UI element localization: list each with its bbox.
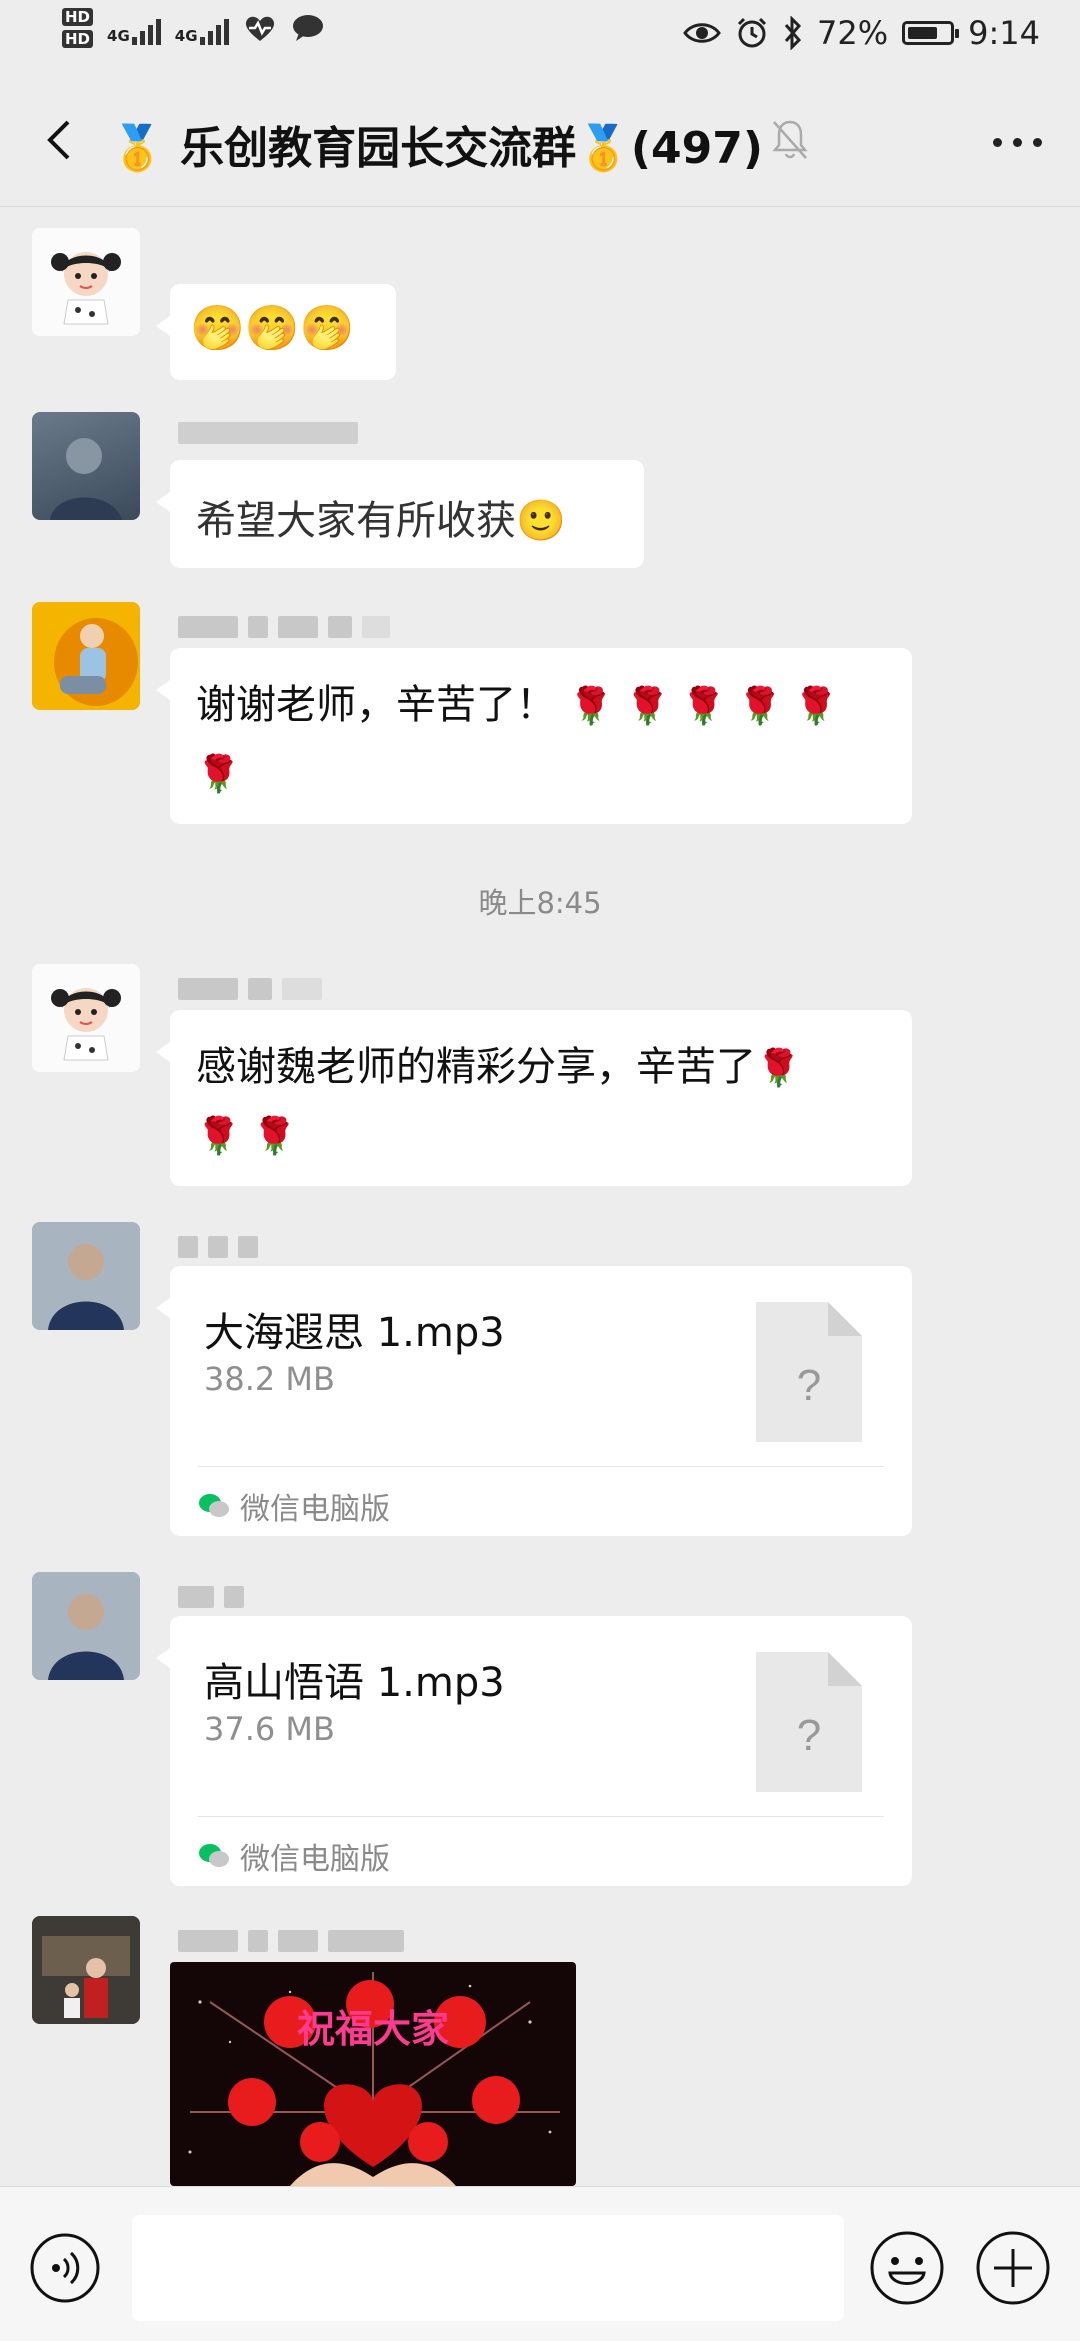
message-text: 谢谢老师，辛苦了！ bbox=[196, 682, 556, 728]
message-text: 🤭🤭🤭 bbox=[190, 303, 355, 354]
message-timestamp: 晚上8:45 bbox=[478, 886, 602, 920]
sender-name-blurred bbox=[178, 1928, 404, 1954]
file-source-label: 微信电脑版 bbox=[240, 1492, 390, 1527]
heart-rate-icon bbox=[245, 16, 274, 41]
emoji-icon[interactable] bbox=[868, 2229, 946, 2307]
message-list[interactable]: 🤭🤭🤭 希望大家有所收获🙂 谢谢老师，辛苦了！ 🌹 🌹 🌹 🌹 🌹 🌹 晚上8:… bbox=[0, 206, 1080, 2186]
avatar[interactable] bbox=[32, 1916, 140, 2024]
file-size: 37.6 MB bbox=[204, 1710, 335, 1748]
wechat-logo-icon bbox=[199, 1494, 229, 1517]
voice-input-icon[interactable] bbox=[28, 2231, 102, 2305]
bluetooth-icon bbox=[784, 16, 802, 50]
divider bbox=[198, 1816, 884, 1817]
message-text: 感谢魏老师的精彩分享，辛苦了 bbox=[196, 1044, 756, 1090]
file-source-label: 微信电脑版 bbox=[240, 1842, 390, 1877]
file-icon-glyph: ? bbox=[797, 1361, 821, 1410]
plus-icon[interactable] bbox=[974, 2229, 1052, 2307]
message-bubble[interactable]: 感谢魏老师的精彩分享，辛苦了🌹 🌹 🌹 bbox=[156, 1010, 912, 1186]
message-bubble-icon bbox=[292, 15, 323, 41]
unknown-file-icon: ? bbox=[756, 1302, 862, 1442]
hd2-badge: HD bbox=[62, 30, 94, 48]
person-photo-avatar-icon bbox=[32, 1572, 140, 1680]
file-message-bubble[interactable]: 大海遐思 1.mp3 38.2 MB ? 微信电脑版 bbox=[156, 1266, 912, 1536]
message-input[interactable] bbox=[132, 2215, 844, 2321]
file-name: 高山悟语 1.mp3 bbox=[204, 1660, 505, 1706]
avatar[interactable] bbox=[32, 228, 140, 336]
dot-icon bbox=[1032, 137, 1042, 147]
image-caption: 祝福大家 bbox=[297, 2007, 449, 2051]
file-source: 微信电脑版 bbox=[198, 1834, 390, 1878]
sender-name-blurred bbox=[178, 1234, 258, 1260]
battery-percent: 72% bbox=[817, 14, 889, 52]
sender-name-blurred bbox=[178, 614, 390, 640]
battery-fill bbox=[908, 27, 938, 39]
dot-icon bbox=[992, 137, 1002, 147]
image-message[interactable]: 祝福大家 bbox=[170, 1962, 576, 2186]
input-bar bbox=[0, 2186, 1080, 2341]
avatar[interactable] bbox=[32, 1572, 140, 1680]
sender-name-blurred bbox=[178, 976, 322, 1002]
clock: 9:14 bbox=[968, 14, 1040, 52]
hd-indicators: HD HD bbox=[62, 8, 94, 48]
file-icon-glyph: ? bbox=[797, 1711, 821, 1760]
wechat-logo-icon bbox=[199, 1844, 229, 1867]
person-photo-avatar-icon bbox=[50, 438, 122, 520]
rose-emojis: 🌹 🌹 🌹 🌹 🌹 bbox=[568, 686, 839, 727]
chat-header: 🥇 乐创教育园长交流群🥇(497) bbox=[0, 72, 1080, 207]
signal-bars-2-icon bbox=[199, 11, 229, 45]
signal-1: 4G bbox=[107, 11, 161, 45]
cartoon-girl-avatar-icon bbox=[32, 964, 140, 1072]
rose-emoji: 🌹 bbox=[756, 1048, 801, 1089]
file-source: 微信电脑版 bbox=[198, 1484, 390, 1528]
signal-bars-1-icon bbox=[131, 11, 161, 45]
sender-name-blurred bbox=[178, 420, 358, 446]
status-bar: HD HD 4G 4G 72% 9:14 bbox=[0, 0, 1080, 72]
file-name: 大海遐思 1.mp3 bbox=[204, 1310, 505, 1356]
hd1-badge: HD bbox=[62, 8, 94, 26]
avatar[interactable] bbox=[32, 602, 140, 710]
file-size: 38.2 MB bbox=[204, 1360, 335, 1398]
avatar[interactable] bbox=[32, 412, 140, 520]
rose-emoji: 🌹 bbox=[196, 754, 241, 795]
message-bubble[interactable]: 谢谢老师，辛苦了！ 🌹 🌹 🌹 🌹 🌹 🌹 bbox=[156, 648, 912, 824]
eye-comfort-icon bbox=[683, 23, 721, 43]
message-text: 希望大家有所收获🙂 bbox=[196, 498, 566, 544]
avatar[interactable] bbox=[32, 1222, 140, 1330]
battery-icon bbox=[902, 21, 960, 45]
sender-name-blurred bbox=[178, 1584, 244, 1610]
rose-heart-greeting-image: 祝福大家 bbox=[170, 1962, 576, 2186]
group-title: 🥇 乐创教育园长交流群🥇(497) bbox=[110, 123, 763, 174]
message-bubble[interactable]: 希望大家有所收获🙂 bbox=[156, 460, 644, 568]
cartoon-girl-avatar-icon bbox=[32, 228, 140, 336]
person-photo-avatar-icon bbox=[32, 1222, 140, 1330]
unknown-file-icon: ? bbox=[756, 1652, 862, 1792]
signal-2: 4G bbox=[175, 11, 229, 45]
more-options-button[interactable] bbox=[982, 112, 1052, 172]
file-message-bubble[interactable]: 高山悟语 1.mp3 37.6 MB ? 微信电脑版 bbox=[156, 1616, 912, 1886]
status-left: HD HD 4G 4G bbox=[62, 8, 325, 48]
network-type-1: 4G bbox=[107, 27, 130, 45]
dot-icon bbox=[1012, 137, 1022, 147]
divider bbox=[198, 1466, 884, 1467]
message-bubble[interactable]: 🤭🤭🤭 bbox=[156, 284, 396, 380]
avatar[interactable] bbox=[32, 964, 140, 1072]
status-right: 72% 9:14 bbox=[683, 14, 1040, 52]
mute-bell-icon bbox=[772, 120, 808, 159]
alarm-icon bbox=[737, 17, 767, 48]
family-photo-avatar-icon bbox=[32, 1916, 140, 2024]
rose-emojis: 🌹 🌹 bbox=[196, 1116, 298, 1157]
child-photo-avatar-icon bbox=[32, 602, 140, 710]
back-arrow-icon[interactable] bbox=[30, 110, 90, 170]
network-type-2: 4G bbox=[174, 27, 198, 45]
